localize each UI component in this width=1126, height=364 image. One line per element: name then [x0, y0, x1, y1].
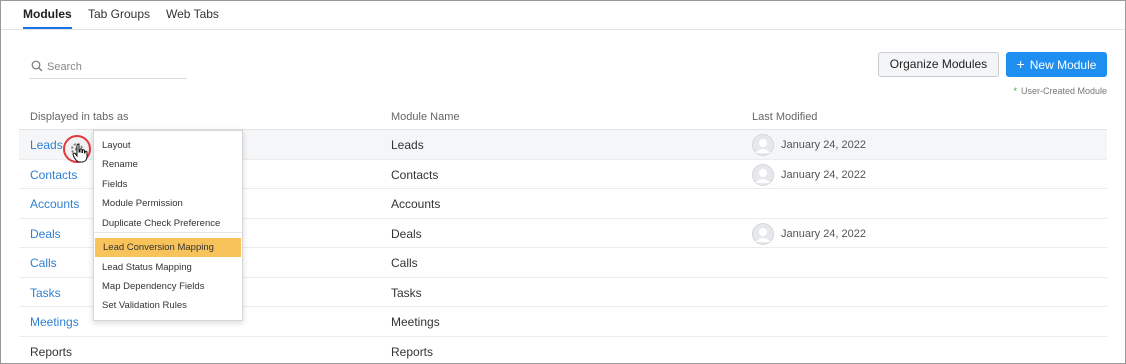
menu-item-duplicate-check[interactable]: Duplicate Check Preference — [94, 214, 242, 233]
app-window: Modules Tab Groups Web Tabs Organize Mod… — [0, 0, 1126, 364]
new-module-label: New Module — [1029, 58, 1097, 72]
header-module-name: Module Name — [391, 111, 460, 123]
organize-modules-button[interactable]: Organize Modules — [878, 52, 999, 77]
user-avatar-icon — [752, 134, 774, 156]
last-modified-date: January 24, 2022 — [781, 139, 867, 151]
tab-name-link[interactable]: Leads — [30, 138, 63, 152]
module-name: Leads — [391, 138, 424, 152]
menu-item-lead-status-mapping[interactable]: Lead Status Mapping — [94, 258, 242, 277]
module-name: Contacts — [391, 167, 439, 182]
user-avatar-icon — [752, 163, 774, 186]
menu-item-set-validation-rules[interactable]: Set Validation Rules — [94, 296, 242, 315]
module-name: Meetings — [391, 315, 440, 329]
tab-name-link[interactable]: Accounts — [30, 197, 79, 211]
header-displayed-in-tabs: Displayed in tabs as — [30, 111, 129, 123]
module-name: Calls — [391, 256, 418, 270]
module-name: Accounts — [391, 197, 441, 211]
tab-name-link[interactable]: Tasks — [30, 286, 61, 300]
search-input[interactable] — [47, 58, 183, 76]
tab-modules[interactable]: Modules — [23, 6, 72, 29]
search-icon — [31, 59, 43, 72]
menu-item-rename[interactable]: Rename — [94, 155, 242, 174]
tab-name-link[interactable]: Meetings — [30, 315, 79, 329]
menu-item-fields[interactable]: Fields — [94, 175, 242, 194]
module-name: Tasks — [391, 285, 422, 300]
user-avatar-icon — [752, 222, 774, 245]
menu-item-layout[interactable]: Layout — [94, 136, 242, 155]
tab-name-text: Reports — [30, 344, 73, 359]
menu-divider — [94, 232, 242, 233]
table-row[interactable]: Reports Reports — [19, 337, 1107, 364]
menu-item-module-permission[interactable]: Module Permission — [94, 194, 242, 213]
tab-tab-groups[interactable]: Tab Groups — [88, 6, 150, 29]
last-modified-date: January 24, 2022 — [781, 227, 867, 240]
module-actions-menu: Layout Rename Fields Module Permission D… — [93, 130, 243, 321]
tab-name-link[interactable]: Contacts — [30, 168, 77, 182]
module-name: Deals — [391, 226, 422, 241]
legend-text: User-Created Module — [1020, 86, 1107, 96]
plus-icon: + — [1016, 56, 1025, 72]
header-last-modified: Last Modified — [752, 111, 818, 123]
user-created-legend: * User-Created Module — [1013, 86, 1107, 96]
tab-name-link[interactable]: Calls — [30, 256, 57, 270]
table-header: Displayed in tabs as Module Name Last Mo… — [19, 102, 1107, 130]
menu-item-lead-conversion-mapping[interactable]: Lead Conversion Mapping — [95, 238, 241, 257]
last-modified-date: January 24, 2022 — [781, 168, 867, 181]
new-module-button[interactable]: + New Module — [1006, 52, 1107, 77]
tab-web-tabs[interactable]: Web Tabs — [166, 6, 219, 29]
menu-item-map-dependency-fields[interactable]: Map Dependency Fields — [94, 277, 242, 296]
module-name: Reports — [391, 344, 434, 359]
tab-bar: Modules Tab Groups Web Tabs — [1, 1, 1125, 30]
search-box — [29, 57, 187, 79]
hand-pointer-icon — [72, 143, 88, 168]
tab-name-link[interactable]: Deals — [30, 227, 61, 241]
legend-star: * — [1013, 86, 1017, 96]
